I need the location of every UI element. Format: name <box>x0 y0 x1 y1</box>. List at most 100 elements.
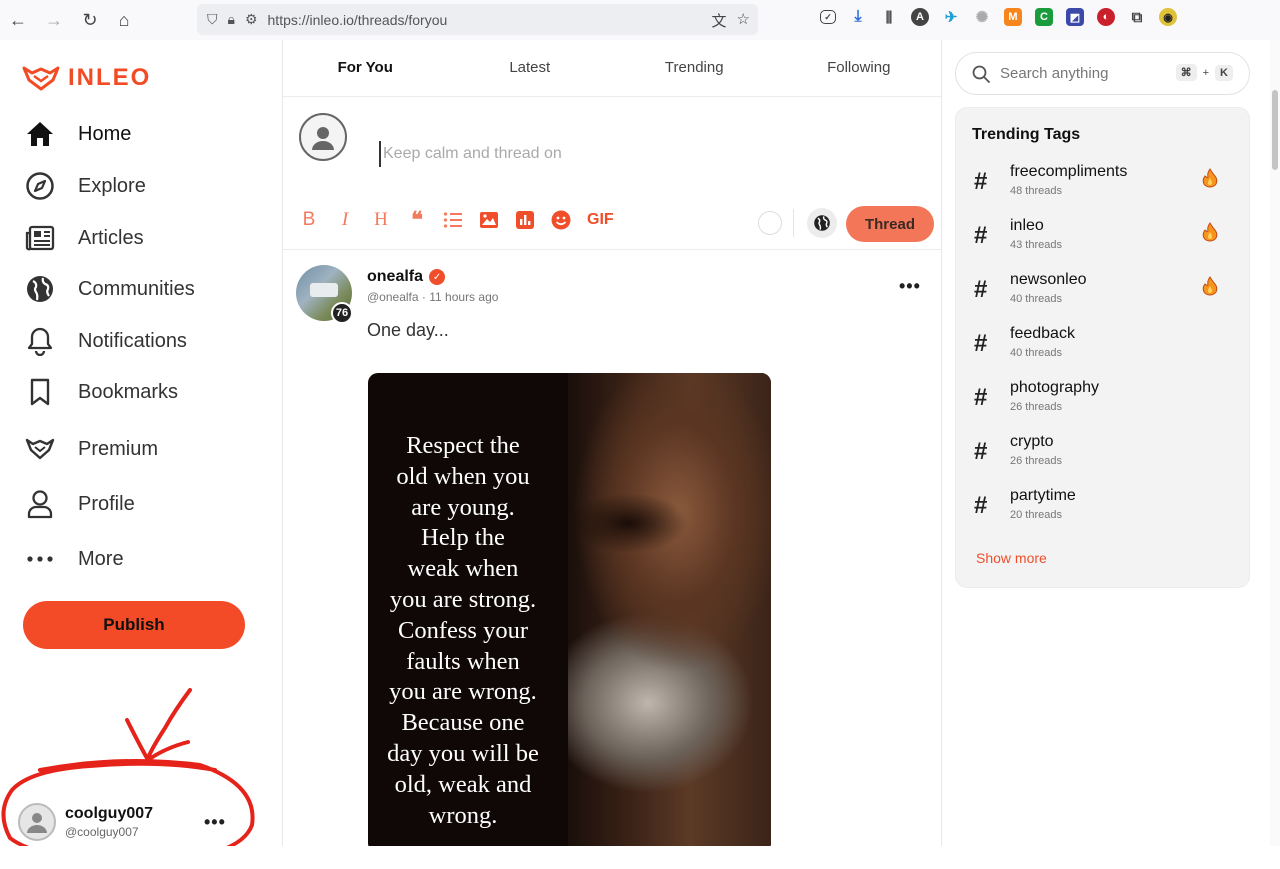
tab-for-you[interactable]: For You <box>283 40 448 96</box>
extension-bird-icon[interactable]: ✈ <box>942 8 960 26</box>
composer-avatar <box>299 113 347 161</box>
premium-icon <box>24 433 56 465</box>
thread-button[interactable]: Thread <box>846 206 934 242</box>
post-options-icon[interactable]: ••• <box>899 276 921 297</box>
permissions-icon[interactable]: ⚙ <box>245 11 258 28</box>
author-name[interactable]: onealfa <box>367 268 423 286</box>
left-sidebar: INLEO Home Explore Articles Communities … <box>0 40 282 846</box>
shortcut-mod-key: ⌘ <box>1175 64 1197 81</box>
trending-tag-newsonleo[interactable]: # newsonleo 40 threads <box>974 268 1236 312</box>
quote-line: Confess your <box>398 616 528 644</box>
tab-trending[interactable]: Trending <box>612 40 777 96</box>
author-handle[interactable]: @onealfa <box>367 290 419 304</box>
shortcut-key: K <box>1215 64 1233 81</box>
address-bar[interactable]: ⛉ 🔒︎ ⚙ https://inleo.io/threads/foryou 文… <box>197 4 758 35</box>
trending-tag-photography[interactable]: # photography 26 threads <box>974 376 1236 420</box>
quote-icon[interactable]: ❝ <box>407 207 427 232</box>
reload-icon[interactable]: ↻ <box>76 6 104 34</box>
quote-line: weak when <box>407 555 519 583</box>
poll-icon[interactable] <box>515 209 535 231</box>
tag-thread-count: 43 threads <box>1010 239 1062 251</box>
thread-input[interactable] <box>379 141 879 167</box>
extensions-puzzle-icon[interactable]: ⧉ <box>1128 8 1146 26</box>
inleo-logo[interactable]: INLEO <box>22 64 151 92</box>
author-avatar[interactable]: 76 <box>296 265 353 324</box>
gif-button[interactable]: GIF <box>587 209 614 231</box>
fire-icon <box>1202 222 1218 247</box>
search-input[interactable] <box>1000 65 1160 82</box>
nav-label: Communities <box>78 277 195 300</box>
hashtag-icon: # <box>974 384 988 411</box>
extension-network-icon[interactable]: ✺ <box>973 8 991 26</box>
heading-icon[interactable]: H <box>371 209 391 231</box>
user-menu-icon[interactable]: ••• <box>204 812 226 833</box>
home-icon <box>24 118 56 150</box>
quote-line: faults when <box>406 647 520 675</box>
avatar[interactable] <box>18 803 56 841</box>
image-quote-text: Respect the old when you are young. Help th… <box>368 431 558 831</box>
star-icon[interactable]: ☆ <box>737 10 750 31</box>
feed-tabs: For You Latest Trending Following <box>283 40 941 97</box>
extension-owl-icon[interactable]: ◉ <box>1159 8 1177 26</box>
italic-icon[interactable]: I <box>335 209 355 231</box>
tag-name: freecompliments <box>1010 163 1128 180</box>
translate-icon[interactable]: 文 <box>712 10 727 31</box>
hashtag-icon: # <box>974 438 988 465</box>
lock-icon[interactable]: 🔒︎ <box>228 11 235 28</box>
account-icon[interactable]: A <box>911 8 929 26</box>
trending-tag-feedback[interactable]: # feedback 40 threads <box>974 322 1236 366</box>
nav-label: Bookmarks <box>78 380 179 403</box>
post-time[interactable]: 11 hours ago <box>429 290 498 304</box>
extension-window-icon[interactable]: ◩ <box>1066 8 1084 26</box>
fire-icon <box>1202 276 1218 301</box>
list-icon[interactable] <box>443 209 463 231</box>
nav-more[interactable]: More <box>24 543 124 575</box>
fire-icon <box>1202 168 1218 193</box>
language-globe-icon[interactable] <box>807 208 837 238</box>
show-more-link[interactable]: Show more <box>976 550 1047 566</box>
scrollbar-thumb[interactable] <box>1272 90 1278 170</box>
tag-name: partytime <box>1010 487 1076 504</box>
logo-text: INLEO <box>68 64 152 91</box>
pocket-icon[interactable]: ✓ <box>820 10 836 24</box>
compass-icon <box>24 170 56 202</box>
trending-tag-partytime[interactable]: # partytime 20 threads <box>974 484 1236 528</box>
shield-icon[interactable]: ⛉ <box>207 11 218 28</box>
quote-line: Help the <box>421 524 505 552</box>
nav-notifications[interactable]: Notifications <box>24 325 187 357</box>
current-user-card[interactable]: coolguy007 @coolguy007 ••• <box>18 802 248 842</box>
nav-profile[interactable]: Profile <box>24 488 135 520</box>
nav-articles[interactable]: Articles <box>24 222 144 254</box>
nav-communities[interactable]: Communities <box>24 273 195 305</box>
search-icon <box>972 65 990 83</box>
trending-tag-freecompliments[interactable]: # freecompliments 48 threads <box>974 160 1236 204</box>
main-feed: For You Latest Trending Following B I H … <box>282 40 942 846</box>
post-image[interactable]: Respect the old when you are young. Help th… <box>368 373 771 846</box>
library-icon[interactable]: ⫼ <box>880 8 898 26</box>
image-icon[interactable] <box>479 209 499 231</box>
nav-premium[interactable]: Premium <box>24 433 158 465</box>
nav-home[interactable]: Home <box>24 118 131 150</box>
nav-bookmarks[interactable]: Bookmarks <box>24 376 178 408</box>
publish-button[interactable]: Publish <box>23 601 245 649</box>
trending-title: Trending Tags <box>972 126 1081 143</box>
search-box[interactable]: ⌘ + K <box>955 52 1250 95</box>
downloads-icon[interactable]: ⤓ <box>849 8 867 26</box>
thread-composer: B I H ❝ GIF Thread <box>283 97 941 250</box>
trending-tag-crypto[interactable]: # crypto 26 threads <box>974 430 1236 474</box>
nav-label: Notifications <box>78 329 187 352</box>
extension-red-icon[interactable]: ◐ <box>1097 8 1115 26</box>
bold-icon[interactable]: B <box>299 209 319 231</box>
emoji-icon[interactable] <box>551 209 571 231</box>
page-scrollbar[interactable] <box>1270 40 1280 846</box>
home-browser-icon[interactable]: ⌂ <box>110 6 138 34</box>
url-text[interactable]: https://inleo.io/threads/foryou <box>268 12 448 28</box>
tab-latest[interactable]: Latest <box>448 40 613 96</box>
back-icon[interactable]: ← <box>4 6 32 34</box>
tab-following[interactable]: Following <box>777 40 942 96</box>
nav-explore[interactable]: Explore <box>24 170 146 202</box>
metamask-icon[interactable]: M <box>1004 8 1022 26</box>
extension-c-icon[interactable]: C <box>1035 8 1053 26</box>
forward-icon[interactable]: → <box>40 6 68 34</box>
trending-tag-inleo[interactable]: # inleo 43 threads <box>974 214 1236 258</box>
